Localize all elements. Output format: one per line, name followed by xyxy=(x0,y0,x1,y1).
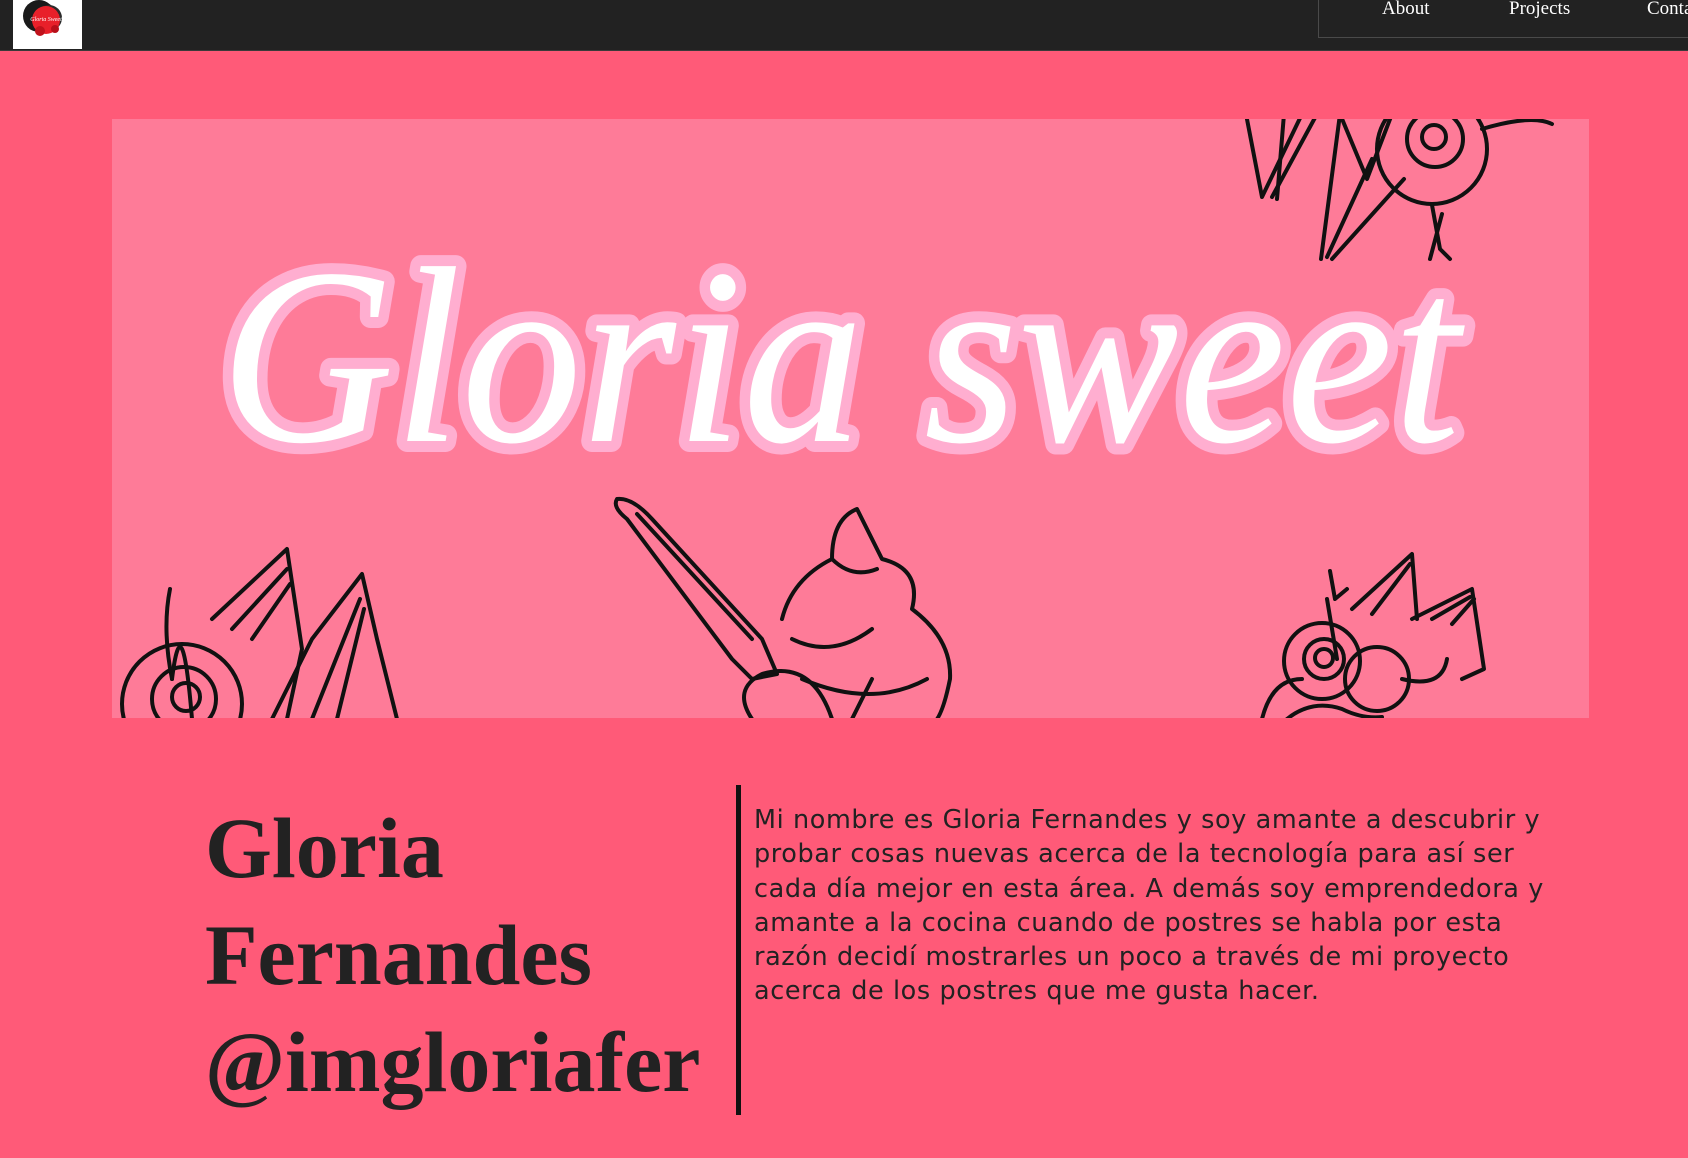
navbar: Gloria Sweet About Projects Contact xyxy=(0,0,1688,51)
profile-handle: @imgloriafer xyxy=(205,1014,701,1110)
banner-title: Gloria sweet xyxy=(220,216,1466,496)
logo-text: Gloria Sweet xyxy=(30,17,62,23)
profile-bio: Mi nombre es Gloria Fernandes y soy aman… xyxy=(754,805,1544,1007)
hero-banner: Gloria sweet xyxy=(112,119,1589,718)
site-logo[interactable]: Gloria Sweet xyxy=(13,0,82,49)
logo-image: Gloria Sweet xyxy=(13,0,82,49)
nav-menu: About Projects Contact xyxy=(1318,0,1688,38)
nav-link-contact[interactable]: Contact xyxy=(1647,0,1688,20)
profile-first-name: Gloria xyxy=(205,800,444,896)
hero-illustration: Gloria sweet xyxy=(112,119,1589,718)
vertical-divider xyxy=(736,785,741,1115)
profile-last-name: Fernandes xyxy=(205,907,592,1003)
nav-link-about[interactable]: About xyxy=(1382,0,1430,20)
profile-name-heading: Gloria Fernandes @imgloriafer xyxy=(205,795,700,1116)
nav-link-projects[interactable]: Projects xyxy=(1509,0,1570,20)
